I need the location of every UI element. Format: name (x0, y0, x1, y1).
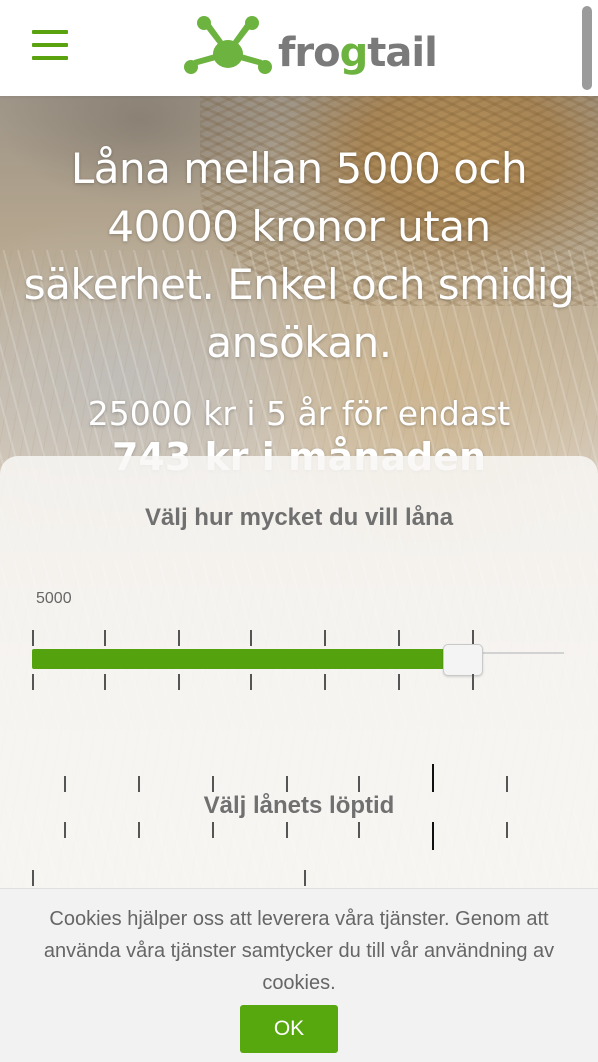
scrollbar-thumb[interactable] (582, 6, 592, 90)
frog-icon (184, 16, 272, 74)
site-header: frogtail (0, 0, 598, 96)
amount-slider-handle[interactable] (442, 644, 483, 676)
amount-ticks-top (0, 630, 598, 646)
amount-ticks-bottom (0, 674, 598, 690)
hero-section: Låna mellan 5000 och 40000 kronor utan s… (0, 140, 598, 480)
term-ticks-bottom (0, 822, 598, 850)
term-slider-partial (0, 870, 598, 886)
logo-wordmark: frogtail (278, 30, 438, 76)
hamburger-icon[interactable] (32, 30, 68, 60)
amount-slider-fill (32, 649, 463, 669)
amount-min-label: 5000 (36, 590, 72, 607)
frogtail-logo[interactable]: frogtail (182, 14, 438, 80)
term-ticks-top (0, 764, 598, 792)
cookie-ok-button[interactable]: OK (240, 1005, 338, 1053)
hero-subline: 25000 kr i 5 år för endast (87, 394, 511, 433)
cookie-banner: Cookies hjälper oss att leverera våra tj… (0, 888, 598, 1062)
cookie-message: Cookies hjälper oss att leverera våra tj… (43, 908, 555, 994)
amount-slider-title: Välj hur mycket du vill låna (144, 504, 454, 531)
hero-headline: Låna mellan 5000 och 40000 kronor utan s… (23, 144, 575, 367)
term-slider-title: Välj lånets löptid (203, 792, 395, 819)
